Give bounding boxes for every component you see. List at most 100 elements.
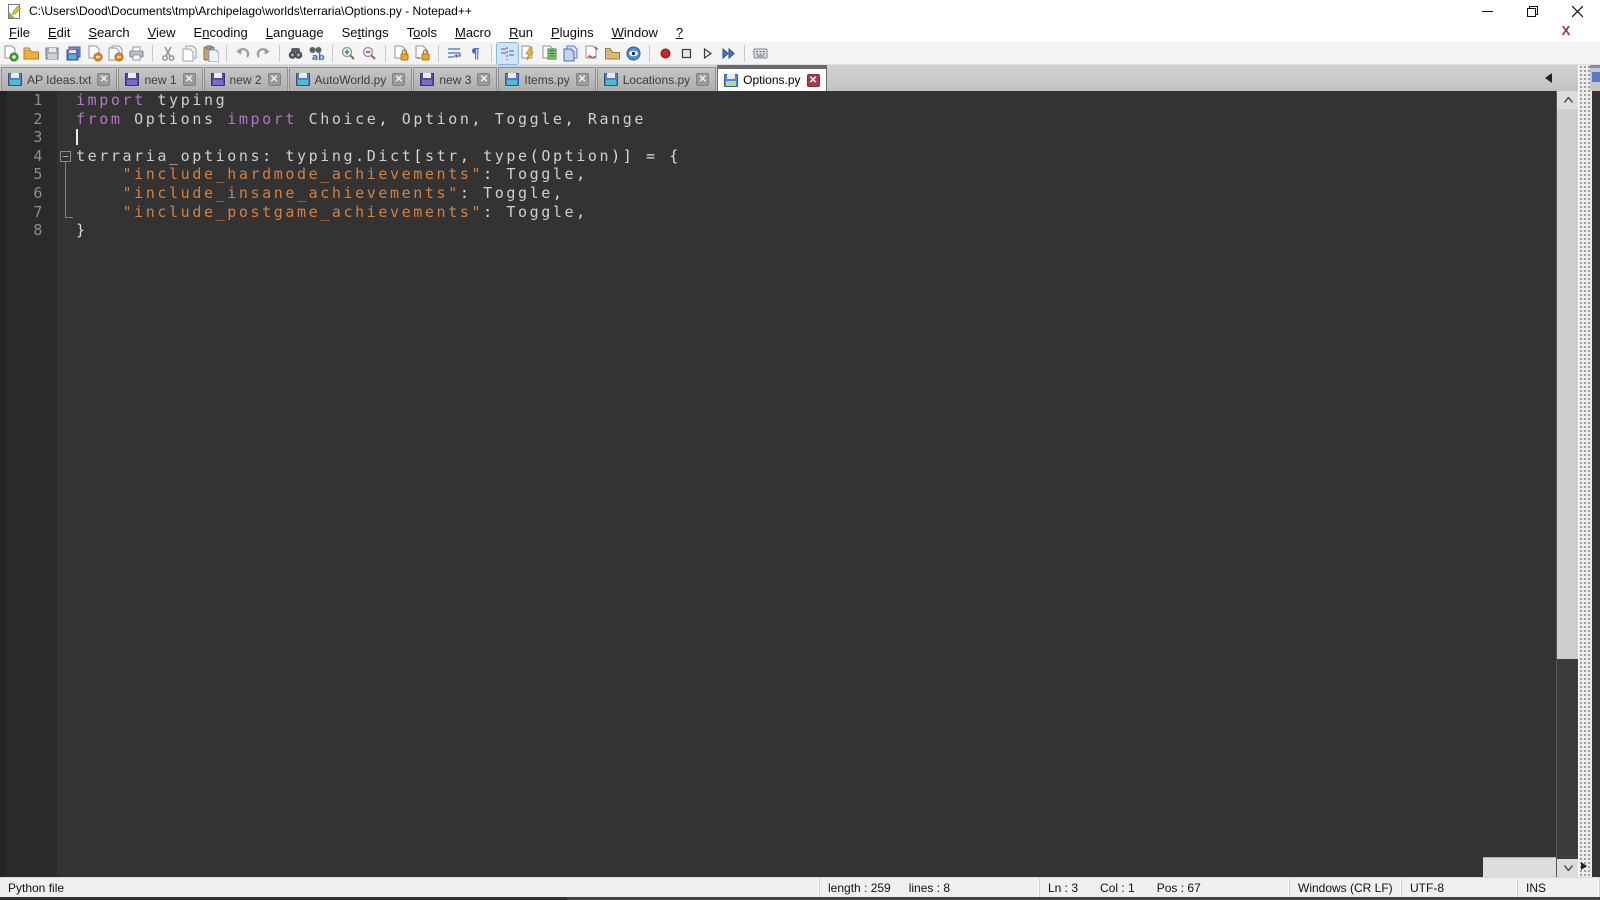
- fold-collapse-icon[interactable]: −: [60, 150, 71, 162]
- tab-new-2[interactable]: new 2 ✕: [203, 67, 288, 91]
- code-line[interactable]: 7 "include_postgame_achievements": Toggl…: [0, 202, 1556, 222]
- tab-ap-ideas-txt[interactable]: AP Ideas.txt ✕: [1, 67, 118, 91]
- replace-icon[interactable]: ab: [306, 43, 327, 64]
- macro-save-icon[interactable]: [750, 43, 771, 64]
- monitoring-icon[interactable]: [623, 43, 644, 64]
- tab-locations-py[interactable]: Locations.py ✕: [596, 67, 717, 91]
- macro-play-icon[interactable]: [697, 43, 718, 64]
- sync-vertical-scroll-icon[interactable]: [391, 43, 412, 64]
- menu-settings[interactable]: Settings: [333, 23, 398, 42]
- scroll-up-icon[interactable]: [1557, 91, 1579, 109]
- define-language-icon[interactable]: [581, 43, 602, 64]
- minimize-button[interactable]: [1465, 0, 1510, 22]
- function-list-icon[interactable]: [518, 43, 539, 64]
- undo-icon[interactable]: [232, 43, 253, 64]
- status-eol-format[interactable]: Windows (CR LF): [1290, 878, 1402, 897]
- saved-floppy-icon: [8, 73, 22, 86]
- tab-close-icon[interactable]: ✕: [575, 73, 589, 86]
- zoom-out-icon[interactable]: [359, 43, 380, 64]
- editor-empty-area[interactable]: [0, 239, 1556, 877]
- fold-margin[interactable]: [57, 221, 76, 240]
- code-line[interactable]: 6 "include_insane_achievements": Toggle,: [0, 183, 1556, 203]
- scroll-down-icon[interactable]: [1557, 859, 1579, 877]
- restore-button[interactable]: [1510, 0, 1555, 22]
- redo-icon[interactable]: [253, 43, 274, 64]
- close-button[interactable]: [1555, 0, 1600, 22]
- document-map-icon[interactable]: [539, 43, 560, 64]
- tab-options-py[interactable]: Options.py ✕: [717, 65, 827, 91]
- fold-margin[interactable]: [57, 128, 76, 147]
- zoom-in-icon[interactable]: [338, 43, 359, 64]
- cut-icon[interactable]: [158, 43, 179, 64]
- menu-window[interactable]: Window: [603, 23, 667, 42]
- status-column: Col : 1: [1100, 880, 1135, 895]
- sync-horizontal-scroll-icon[interactable]: [412, 43, 433, 64]
- document-list-icon[interactable]: [560, 43, 581, 64]
- tab-close-icon[interactable]: ✕: [267, 73, 281, 86]
- tab-close-icon[interactable]: ✕: [392, 73, 406, 86]
- unsaved-floppy-icon: [420, 73, 435, 86]
- code-editor[interactable]: 1 import typing 2 from Options import Choic…: [0, 91, 1556, 877]
- menu-view[interactable]: View: [139, 23, 185, 42]
- folder-as-workspace-icon[interactable]: [602, 43, 623, 64]
- fold-margin[interactable]: [57, 91, 76, 110]
- vertical-scrollbar[interactable]: [1556, 91, 1579, 877]
- tab-close-icon[interactable]: ✕: [696, 73, 710, 86]
- fold-margin[interactable]: [57, 165, 76, 184]
- open-file-icon[interactable]: [21, 43, 42, 64]
- close-all-icon[interactable]: [105, 43, 126, 64]
- horizontal-scrollbar-corner[interactable]: [1483, 857, 1556, 877]
- window-title: C:\Users\Dood\Documents\tmp\Archipelago\…: [29, 4, 472, 18]
- tab-close-icon[interactable]: ✕: [477, 73, 491, 86]
- tab-scroll-left-icon[interactable]: [1545, 73, 1552, 83]
- fold-margin[interactable]: [57, 110, 76, 129]
- save-icon[interactable]: [42, 43, 63, 64]
- menu-file[interactable]: File: [0, 23, 39, 42]
- word-wrap-icon[interactable]: [444, 43, 465, 64]
- menu-search[interactable]: Search: [79, 23, 138, 42]
- print-icon[interactable]: [126, 43, 147, 64]
- menu-help[interactable]: ?: [667, 23, 692, 42]
- macro-run-multiple-icon[interactable]: [718, 43, 739, 64]
- close-icon[interactable]: [84, 43, 105, 64]
- code-line[interactable]: 4− terraria_options: typing.Dict[str, typ…: [0, 146, 1556, 166]
- menu-encoding[interactable]: Encoding: [185, 23, 257, 42]
- tab-items-py[interactable]: Items.py ✕: [498, 67, 596, 91]
- macro-record-icon[interactable]: [655, 43, 676, 64]
- menu-language[interactable]: Language: [257, 23, 333, 42]
- menu-macro[interactable]: Macro: [446, 23, 500, 42]
- tab-new-1[interactable]: new 1 ✕: [118, 67, 203, 91]
- tab-close-icon[interactable]: ✕: [97, 73, 111, 86]
- code-line[interactable]: 5 "include_hardmode_achievements": Toggl…: [0, 165, 1556, 184]
- tab-close-icon[interactable]: ✕: [182, 73, 196, 86]
- fold-margin[interactable]: −: [57, 147, 76, 166]
- splitter-arrow-icon[interactable]: [1581, 862, 1587, 870]
- macro-stop-icon[interactable]: [676, 43, 697, 64]
- menu-plugins[interactable]: Plugins: [542, 23, 603, 42]
- status-encoding[interactable]: UTF-8: [1402, 878, 1518, 897]
- menu-tools[interactable]: Tools: [398, 23, 446, 42]
- paste-icon[interactable]: [200, 43, 221, 64]
- code-line[interactable]: 8}: [0, 221, 1556, 240]
- menu-edit[interactable]: Edit: [39, 23, 79, 42]
- indent-guide-icon[interactable]: [496, 41, 519, 65]
- close-document-icon[interactable]: X: [1558, 23, 1574, 39]
- find-icon[interactable]: [285, 43, 306, 64]
- code-text: terraria_options: typing.Dict[str, type(…: [76, 146, 681, 165]
- show-all-characters-icon[interactable]: ¶: [465, 43, 486, 64]
- tab-close-icon[interactable]: ✕: [806, 73, 820, 87]
- code-line[interactable]: 1 import typing: [0, 91, 1556, 110]
- menu-run[interactable]: Run: [500, 23, 542, 42]
- scrollbar-thumb[interactable]: [1557, 109, 1579, 659]
- status-insert-mode[interactable]: INS: [1518, 878, 1600, 897]
- view-splitter[interactable]: [1578, 65, 1590, 877]
- fold-margin[interactable]: [57, 183, 76, 203]
- save-all-icon[interactable]: [63, 43, 84, 64]
- fold-margin[interactable]: [57, 202, 76, 222]
- tab-new-3[interactable]: new 3 ✕: [413, 67, 498, 91]
- tab-autoworld-py[interactable]: AutoWorld.py ✕: [288, 67, 413, 91]
- code-line[interactable]: 2 from Options import Choice, Option, Tog…: [0, 109, 1556, 129]
- code-line[interactable]: 3: [0, 128, 1556, 147]
- new-file-icon[interactable]: [0, 43, 21, 64]
- copy-icon[interactable]: [179, 43, 200, 64]
